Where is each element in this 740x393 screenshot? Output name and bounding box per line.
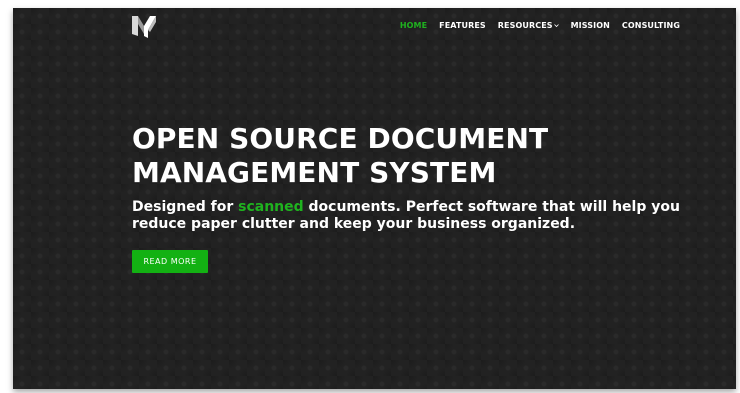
nav-mission[interactable]: MISSION [571, 21, 610, 30]
nav-features[interactable]: FEATURES [439, 21, 486, 30]
main-nav: HOME FEATURES RESOURCES MISSION CONSULTI… [400, 21, 680, 30]
nav-consulting[interactable]: CONSULTING [622, 21, 680, 30]
hero-subtitle-start: Designed for [132, 199, 239, 215]
hero-subtitle: Designed for scanned documents. Perfect … [132, 199, 712, 233]
hero-subtitle-accent: scanned [238, 199, 304, 215]
nav-resources[interactable]: RESOURCES [498, 21, 559, 30]
hero-title-line-1: OPEN SOURCE DOCUMENT [132, 122, 549, 155]
chevron-down-icon [553, 24, 559, 28]
nav-resources-label: RESOURCES [497, 21, 553, 30]
hero-section: HOME FEATURES RESOURCES MISSION CONSULTI… [13, 8, 736, 389]
hero-title: OPEN SOURCE DOCUMENT MANAGEMENT SYSTEM [132, 122, 692, 190]
nav-home[interactable]: HOME [400, 21, 427, 30]
monogram-y-logo-icon[interactable] [130, 14, 158, 40]
hero-title-line-2: MANAGEMENT SYSTEM [132, 156, 497, 189]
read-more-button[interactable]: READ MORE [132, 250, 208, 273]
